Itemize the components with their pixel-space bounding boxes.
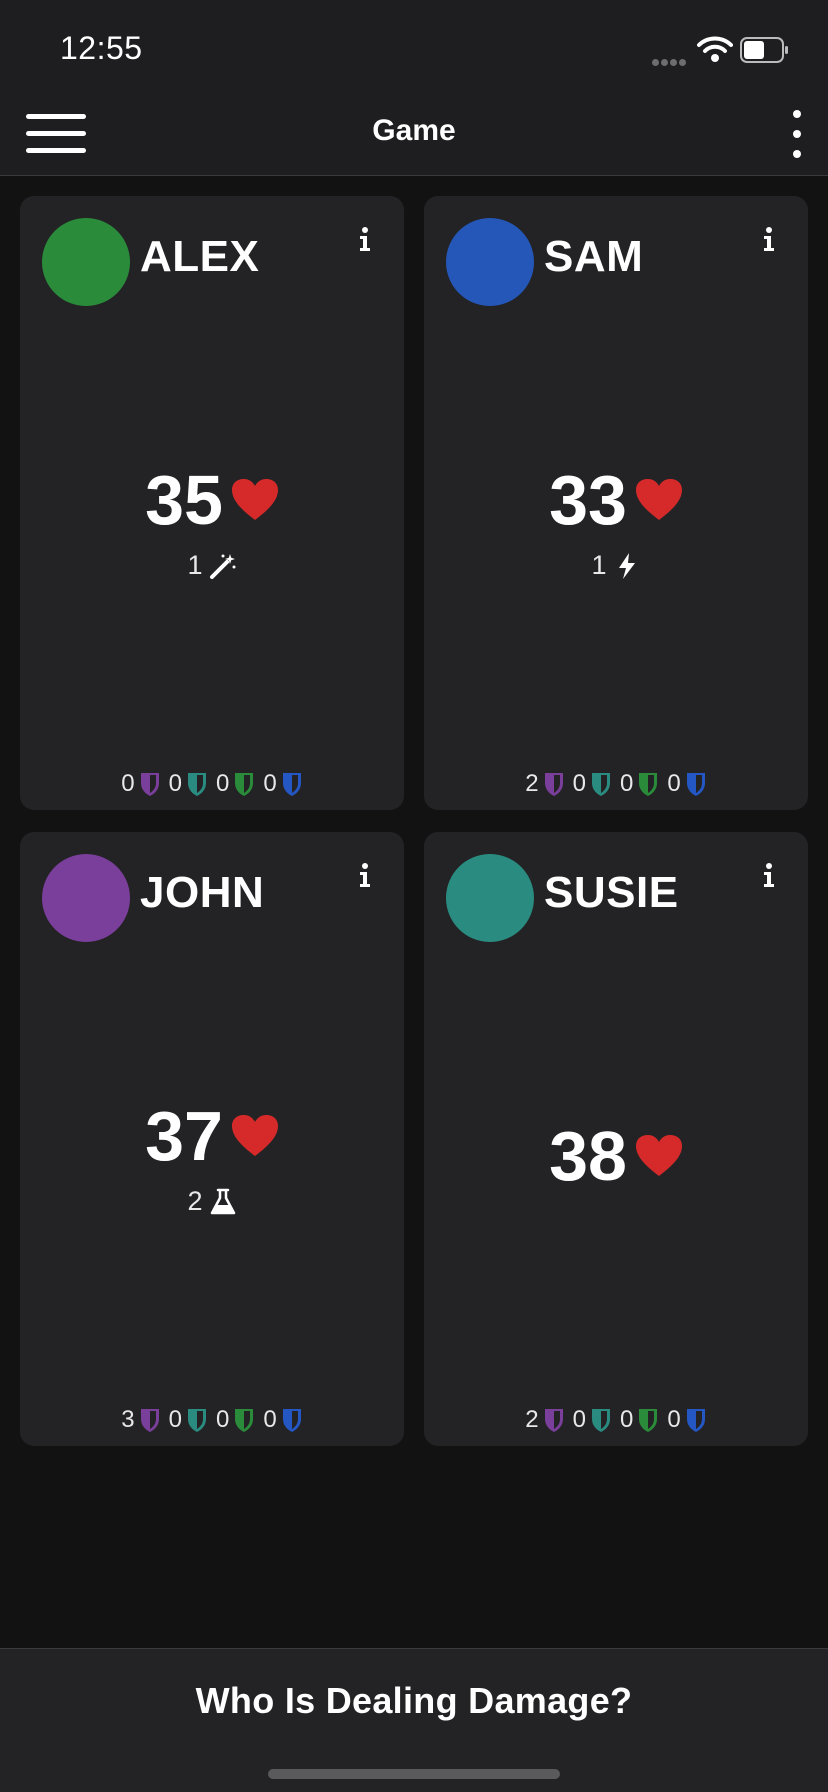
shield-icon xyxy=(639,773,658,796)
player-name: ALEX xyxy=(140,232,260,281)
shield-icon xyxy=(282,773,301,796)
player-name: SUSIE xyxy=(544,868,679,917)
counter-green[interactable]: 0 xyxy=(216,770,255,798)
heart-icon xyxy=(231,479,278,520)
who-is-dealing-damage-button[interactable]: Who Is Dealing Damage? xyxy=(0,1649,828,1753)
counter-blue[interactable]: 0 xyxy=(667,1406,706,1434)
life-total: 33 xyxy=(424,464,808,536)
avatar xyxy=(446,854,534,942)
info-icon[interactable] xyxy=(356,862,374,888)
shield-icon xyxy=(639,1409,658,1432)
shield-icon xyxy=(282,1409,301,1432)
counter-green[interactable]: 0 xyxy=(216,1406,255,1434)
status-bar: 12:55 xyxy=(0,0,828,92)
player-name: SAM xyxy=(544,232,644,281)
battery-icon xyxy=(740,37,788,63)
shield-icon xyxy=(188,773,206,796)
flask-icon xyxy=(210,1188,235,1214)
info-icon[interactable] xyxy=(760,226,778,252)
home-indicator[interactable] xyxy=(268,1769,560,1779)
heart-icon xyxy=(635,479,682,520)
life-value: 37 xyxy=(145,1097,223,1175)
shield-icon xyxy=(686,773,705,796)
counter-purple[interactable]: 3 xyxy=(121,1406,160,1434)
counter-purple[interactable]: 0 xyxy=(121,770,160,798)
avatar xyxy=(42,854,130,942)
game-screen: 12:55 Game ALEX 35 1 0 0 0 0 SAM 33 1 2 … xyxy=(0,0,828,1792)
navigation-bar: Game xyxy=(0,92,828,176)
counter-purple[interactable]: 2 xyxy=(525,770,564,798)
shield-icon xyxy=(140,773,159,796)
counter-purple[interactable]: 2 xyxy=(525,1406,564,1434)
player-card-susie[interactable]: SUSIE 38 2 0 0 0 xyxy=(424,832,808,1446)
secondary-counter: 2 xyxy=(20,1186,404,1217)
life-total: 37 xyxy=(20,1100,404,1172)
shield-icon xyxy=(592,1409,610,1432)
life-value: 35 xyxy=(145,461,223,539)
counter-green[interactable]: 0 xyxy=(620,1406,659,1434)
lightning-bolt-icon xyxy=(618,552,635,579)
status-time: 12:55 xyxy=(60,30,143,66)
shield-icon xyxy=(235,1409,254,1432)
secondary-counter: 1 xyxy=(424,550,808,581)
player-name: JOHN xyxy=(140,868,265,917)
counter-green[interactable]: 0 xyxy=(620,770,659,798)
secondary-counter-value: 2 xyxy=(187,1186,203,1216)
life-value: 33 xyxy=(549,461,627,539)
secondary-counter-value: 1 xyxy=(591,550,607,580)
player-card-alex[interactable]: ALEX 35 1 0 0 0 0 xyxy=(20,196,404,810)
counter-teal[interactable]: 0 xyxy=(573,1406,612,1434)
player-card-john[interactable]: JOHN 37 2 3 0 0 0 xyxy=(20,832,404,1446)
heart-icon xyxy=(231,1115,278,1156)
cellular-signal-icon xyxy=(652,53,688,71)
shield-icon xyxy=(235,773,254,796)
counter-teal[interactable]: 0 xyxy=(169,1406,208,1434)
shield-icon xyxy=(592,773,610,796)
counter-teal[interactable]: 0 xyxy=(169,770,208,798)
life-total: 35 xyxy=(20,464,404,536)
shield-icon xyxy=(544,773,563,796)
counter-row: 2 0 0 0 xyxy=(424,1406,808,1434)
counter-blue[interactable]: 0 xyxy=(667,770,706,798)
info-icon[interactable] xyxy=(356,226,374,252)
secondary-counter-value: 1 xyxy=(187,550,203,580)
avatar xyxy=(42,218,130,306)
heart-icon xyxy=(635,1135,682,1176)
life-value: 38 xyxy=(549,1117,627,1195)
counter-blue[interactable]: 0 xyxy=(263,1406,302,1434)
player-card-sam[interactable]: SAM 33 1 2 0 0 0 xyxy=(424,196,808,810)
counter-row: 2 0 0 0 xyxy=(424,770,808,798)
counter-row: 3 0 0 0 xyxy=(20,1406,404,1434)
secondary-counter: 1 xyxy=(20,550,404,581)
info-icon[interactable] xyxy=(760,862,778,888)
more-options-icon[interactable] xyxy=(780,108,816,160)
page-title: Game xyxy=(372,114,456,147)
avatar xyxy=(446,218,534,306)
bottom-bar: Who Is Dealing Damage? xyxy=(0,1648,828,1792)
wifi-icon xyxy=(697,36,733,62)
shield-icon xyxy=(686,1409,705,1432)
counter-row: 0 0 0 0 xyxy=(20,770,404,798)
life-total: 38 xyxy=(424,1120,808,1192)
shield-icon xyxy=(188,1409,206,1432)
shield-icon xyxy=(140,1409,159,1432)
magic-wand-icon xyxy=(209,553,236,579)
counter-blue[interactable]: 0 xyxy=(263,770,302,798)
shield-icon xyxy=(544,1409,563,1432)
counter-teal[interactable]: 0 xyxy=(573,770,612,798)
